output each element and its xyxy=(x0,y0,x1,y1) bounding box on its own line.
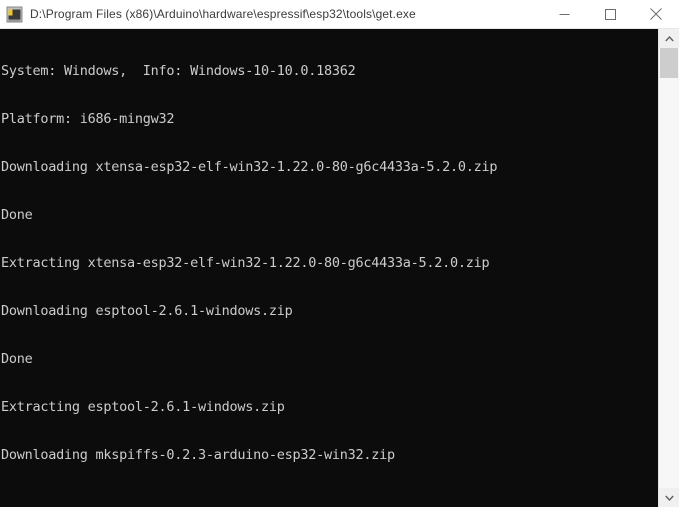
scrollbar-track[interactable] xyxy=(659,48,679,488)
scrollbar-up-button[interactable] xyxy=(659,29,679,48)
maximize-button[interactable] xyxy=(587,0,633,28)
console-text: System: Windows, Info: Windows-10-10.0.1… xyxy=(0,31,658,495)
console-line: Extracting xtensa-esp32-elf-win32-1.22.0… xyxy=(1,255,490,271)
window-title: D:\Program Files (x86)\Arduino\hardware\… xyxy=(30,7,416,21)
vertical-scrollbar[interactable] xyxy=(658,29,679,507)
minimize-button[interactable] xyxy=(541,0,587,28)
console-window: D:\Program Files (x86)\Arduino\hardware\… xyxy=(0,0,679,507)
console-app-icon xyxy=(6,6,23,23)
console-line: Downloading xtensa-esp32-elf-win32-1.22.… xyxy=(1,159,498,175)
chevron-down-icon xyxy=(664,495,674,501)
scrollbar-down-button[interactable] xyxy=(659,488,679,507)
scrollbar-thumb[interactable] xyxy=(660,48,678,78)
title-bar[interactable]: D:\Program Files (x86)\Arduino\hardware\… xyxy=(0,0,679,29)
close-icon xyxy=(650,8,662,20)
console-output-area[interactable]: System: Windows, Info: Windows-10-10.0.1… xyxy=(0,29,658,507)
minimize-icon xyxy=(559,13,569,15)
console-line: Downloading esptool-2.6.1-windows.zip xyxy=(1,303,293,319)
chevron-up-icon xyxy=(664,35,674,41)
console-line: Done xyxy=(1,351,33,367)
maximize-icon xyxy=(604,8,616,20)
console-line: Done xyxy=(1,207,33,223)
console-line: Extracting esptool-2.6.1-windows.zip xyxy=(1,399,285,415)
console-line: Platform: i686-mingw32 xyxy=(1,111,175,127)
console-line: System: Windows, Info: Windows-10-10.0.1… xyxy=(1,63,356,79)
close-button[interactable] xyxy=(633,0,679,28)
console-line: Downloading mkspiffs-0.2.3-arduino-esp32… xyxy=(1,447,395,463)
